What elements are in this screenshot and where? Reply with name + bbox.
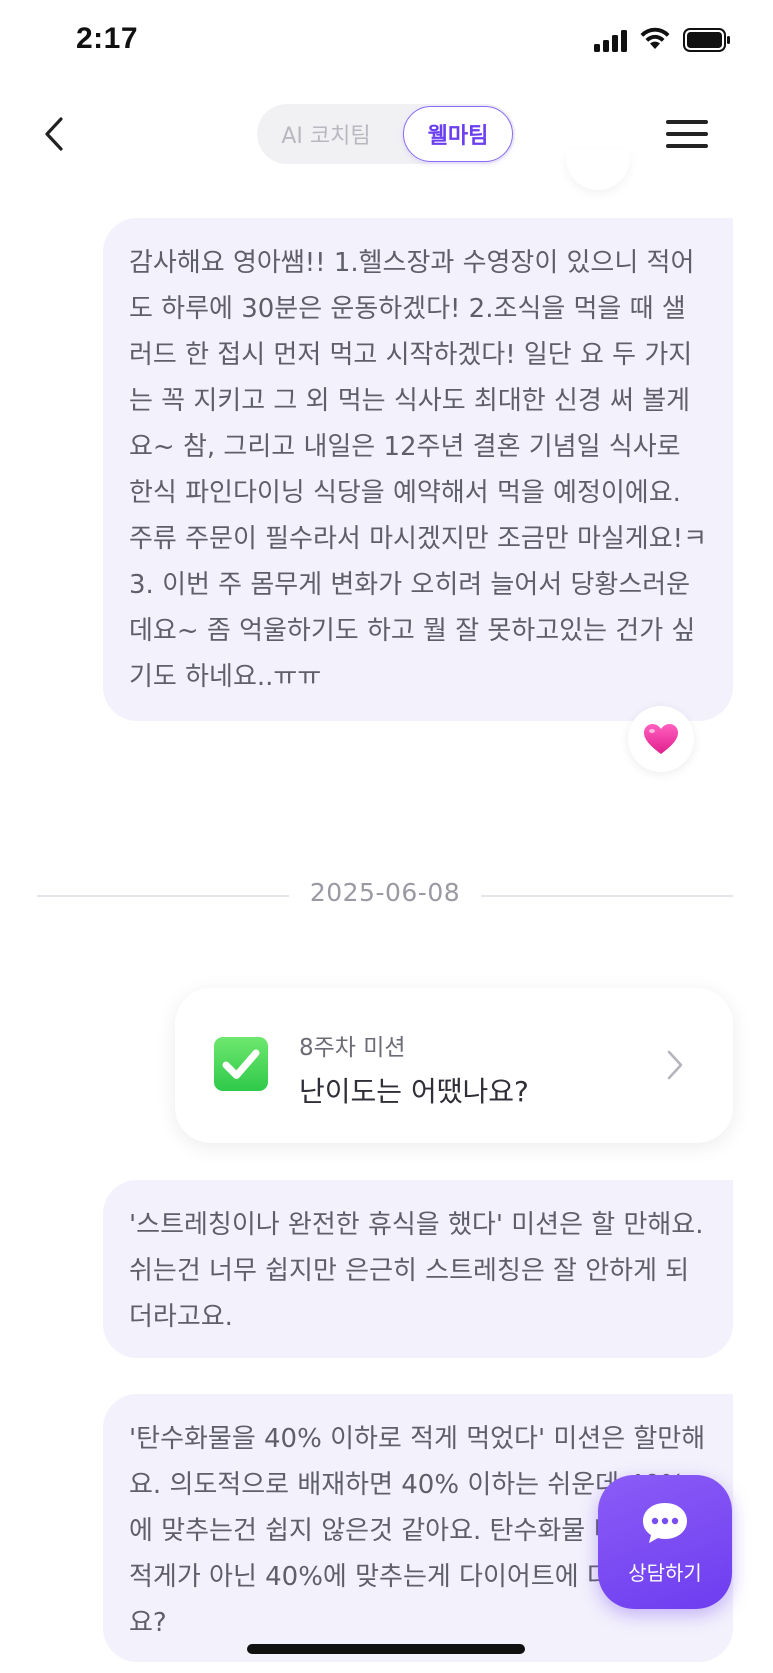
mission-week-label: 8주차 미션: [299, 1035, 406, 1061]
date-label: 2025-06-08: [309, 878, 461, 907]
heart-reaction[interactable]: [628, 706, 694, 772]
back-button[interactable]: [34, 112, 74, 156]
divider-line: [481, 895, 733, 897]
chat-bubble-icon: [643, 1503, 687, 1543]
chevron-right-icon: [667, 1050, 683, 1080]
heart-icon: [644, 724, 678, 754]
tab-ai-coach-team[interactable]: AI 코치팀: [257, 104, 395, 164]
team-tabs: AI 코치팀 웰마팀: [257, 104, 515, 164]
menu-button[interactable]: [666, 118, 708, 150]
counsel-button[interactable]: 상담하기: [598, 1475, 732, 1609]
battery-icon: [683, 28, 730, 52]
user-message-bubble: 감사해요 영아쌤!! 1.헬스장과 수영장이 있으니 적어도 하루에 30분은 …: [103, 218, 733, 721]
chevron-left-icon: [45, 117, 63, 151]
cellular-signal-icon: [594, 30, 627, 52]
tab-wellma-team[interactable]: 웰마팀: [403, 106, 513, 162]
check-box-icon: [214, 1037, 268, 1091]
mission-title: 난이도는 어땠나요?: [299, 1075, 529, 1108]
wifi-icon: [640, 27, 670, 49]
status-bar: 2:17: [0, 0, 773, 84]
user-message-bubble: '스트레칭이나 완전한 휴식을 했다' 미션은 할 만해요. 쉬는건 너무 쉽지…: [103, 1180, 733, 1358]
divider-line: [37, 895, 289, 897]
status-time: 2:17: [76, 22, 139, 55]
date-divider: 2025-06-08: [37, 878, 733, 912]
previous-reaction-peek: [566, 150, 630, 190]
header: AI 코치팀 웰마팀: [0, 92, 773, 176]
counsel-button-label: 상담하기: [628, 1561, 702, 1585]
mission-card[interactable]: 8주차 미션 난이도는 어땠나요?: [175, 988, 733, 1143]
home-indicator: [247, 1644, 525, 1654]
